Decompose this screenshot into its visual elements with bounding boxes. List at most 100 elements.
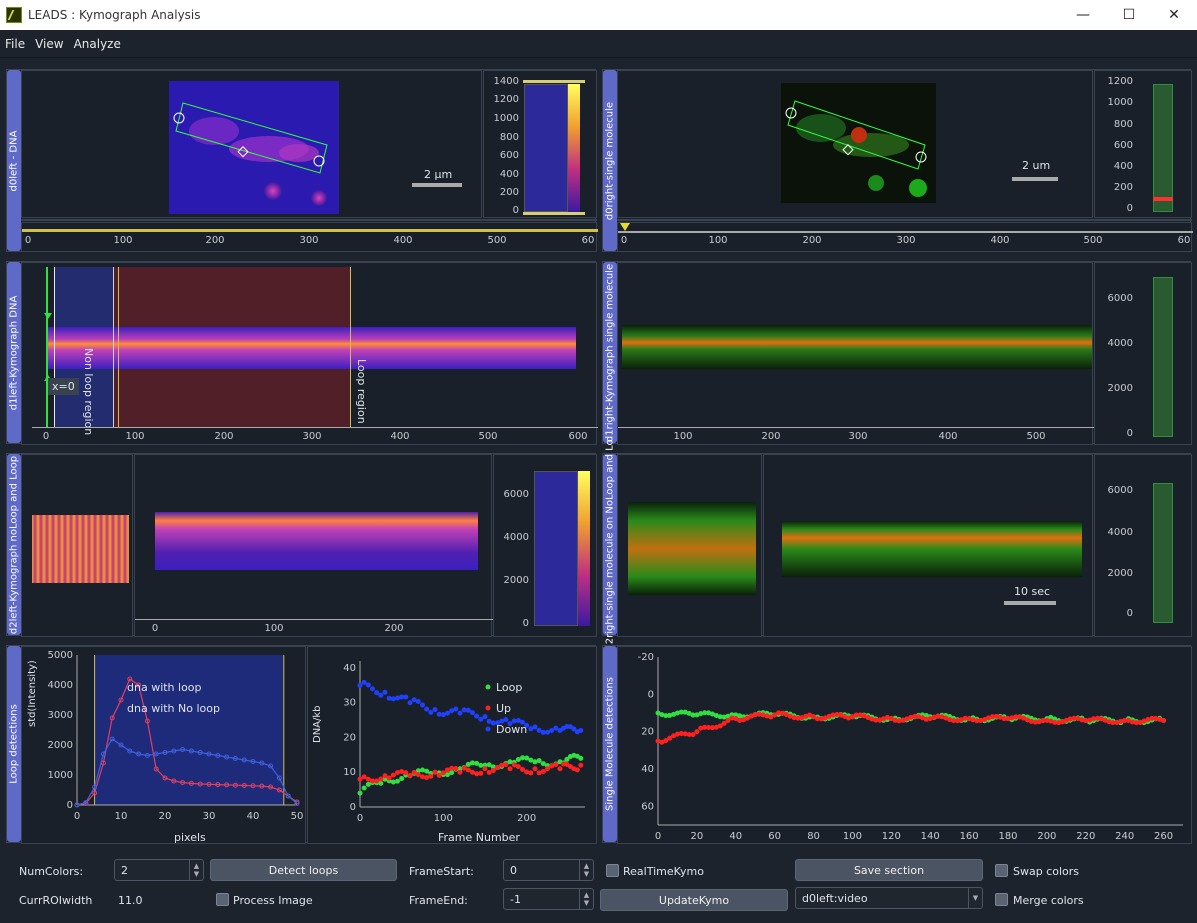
data-point (390, 772, 396, 778)
x-tick-label: 180 (998, 831, 1017, 842)
dock-title-loop[interactable]: Loop detections (7, 646, 21, 842)
data-point (357, 682, 363, 688)
frame-start-label: FrameStart: (409, 865, 474, 878)
data-point (436, 772, 442, 778)
single-molecule-histogram[interactable]: 6000 4000 2000 0 (1094, 454, 1192, 637)
data-point (478, 716, 484, 722)
frame-slider-left[interactable]: 0 100 200 300 400 500 60 (21, 222, 598, 252)
single-molecule-detection-plot[interactable]: -20 0 20 40 60 0 20 40 60 80 100 120 140 160 180 200 220… (617, 646, 1192, 844)
frame-slider-right[interactable]: 0 100 200 300 400 500 60 (617, 222, 1193, 252)
spin-arrows-icon: ▲ ▼ (189, 860, 203, 880)
kymograph-dna-view[interactable]: x=0 Non loop region Loop region 0 100 20… (21, 262, 598, 445)
kymograph-single-molecule-view[interactable]: 100 200 300 400 500 (617, 262, 1094, 445)
menu-file[interactable]: File (0, 37, 30, 51)
dna-kb-chart: 4030201000 100 200 (343, 661, 585, 824)
legend-up: Up (496, 702, 512, 715)
dock-title-d0left[interactable]: d0left - DNA (7, 70, 21, 251)
dock-title-d0right[interactable]: d0right-single molecule (603, 70, 617, 251)
save-section-button[interactable]: Save section (795, 859, 983, 881)
numcolors-spinbox[interactable]: 2 ▲ ▼ (114, 859, 204, 881)
dna-kb-plot[interactable]: 40 30 20 10 0 0 100 200 DNA/kb Frame Number Loo… (307, 646, 597, 844)
y-tick-label: 1000 (48, 770, 73, 781)
y-tick-label: 30 (343, 698, 356, 709)
data-point (478, 770, 484, 776)
data-point (399, 776, 405, 782)
scale-bar-label: 10 sec (1014, 585, 1051, 598)
process-image-checkbox[interactable] (216, 893, 229, 906)
data-point (553, 762, 559, 768)
swap-colors-checkbox[interactable] (995, 864, 1008, 877)
y-tick-label: 20 (343, 732, 356, 743)
data-point (490, 767, 496, 773)
update-kymo-button[interactable]: UpdateKymo (600, 889, 788, 911)
minimize-button[interactable]: — (1060, 0, 1106, 30)
legend-down: Down (496, 723, 528, 736)
data-point (457, 769, 463, 775)
single-molecule-loop-view[interactable]: 10 sec (763, 454, 1093, 637)
data-point (536, 758, 542, 764)
kymograph-histogram-single-molecule[interactable]: 6000 4000 2000 0 (1094, 262, 1192, 445)
data-point (453, 706, 459, 712)
data-point (440, 770, 446, 776)
maximize-button[interactable]: ☐ (1106, 0, 1152, 30)
app-logo-icon (6, 7, 22, 23)
swap-colors-label: Swap colors (1013, 865, 1080, 878)
data-point (474, 713, 480, 719)
single-molecule-image (781, 83, 936, 203)
data-point (432, 769, 438, 775)
kymograph-histogram-dna[interactable]: 6000 4000 2000 0 (493, 454, 597, 637)
dock-d1right: d1right-Kymograph single molecule 100 20… (602, 261, 1192, 445)
kymograph-loop-view[interactable]: 0 100 200 (134, 454, 493, 637)
data-point (1161, 717, 1167, 723)
loop-region-label: Loop region (355, 359, 368, 424)
dock-d1left: d1left-Kymograph DNA x=0 Non loop region… (6, 261, 598, 445)
loop-intensity-plot[interactable]: 5000 4000 3000 2000 1000 0 0 10 20 30 40 50 std(Int… (21, 646, 306, 844)
dock-title-d2left[interactable]: d2left-Kymograph noLoop and Loop (7, 454, 21, 635)
image-view-dna[interactable]: 2 µm (21, 70, 482, 218)
data-point (407, 700, 413, 706)
x-tick-label: 40 (729, 831, 742, 842)
data-point (420, 702, 425, 708)
dock-title-single[interactable]: Single Molecule detections (603, 646, 617, 842)
data-point (365, 682, 371, 688)
histogram-dna[interactable]: 1400 1200 1000 800 600 400 200 0 (483, 70, 597, 218)
single-molecule-noloop-view[interactable] (617, 454, 762, 637)
y-tick-label: 2000 (48, 740, 73, 751)
video-select[interactable]: d0left:video ▼ (795, 887, 983, 909)
realtime-kymo-checkbox[interactable] (606, 864, 619, 877)
histogram-single-molecule[interactable]: 1200 1000 800 600 400 200 0 (1094, 70, 1192, 218)
x-tick-label: 20 (691, 831, 704, 842)
frame-start-spinbox[interactable]: 0 ▲ ▼ (503, 859, 594, 881)
dna-ylabel: DNA/kb (312, 705, 323, 743)
merge-colors-label: Merge colors (1013, 894, 1084, 907)
merge-colors-checkbox[interactable] (995, 893, 1008, 906)
data-point (390, 696, 396, 702)
dock-title-d1right[interactable]: d1right-Kymograph single molecule (603, 262, 617, 443)
numcolors-label: NumColors: (19, 865, 84, 878)
data-point (578, 755, 584, 761)
dock-title-d2right[interactable]: d2right-single molecule on NoLoop and Lo (603, 439, 617, 650)
frame-end-spinbox[interactable]: -1 ▲ ▼ (503, 888, 594, 910)
kymograph-noloop-view[interactable] (21, 454, 133, 637)
window-title: LEADS : Kymograph Analysis (28, 8, 201, 22)
data-point (395, 770, 400, 776)
loop-intensity-chart: 5000 4000 3000 2000 1000 00 10 20 30 40 50 (48, 650, 304, 822)
menu-view[interactable]: View (30, 37, 68, 51)
data-point (524, 769, 530, 775)
data-point (557, 766, 563, 772)
data-point (395, 778, 400, 784)
close-button[interactable]: ✕ (1151, 0, 1197, 30)
dock-title-d1left[interactable]: d1left-Kymograph DNA (7, 262, 21, 443)
y-tick-label: 10 (343, 767, 356, 778)
image-view-single-molecule[interactable]: 2 um (617, 70, 1093, 218)
x-tick-label: 240 (1115, 831, 1134, 842)
data-point (390, 779, 396, 785)
y-tick-label: 3000 (48, 710, 73, 721)
data-point (382, 689, 388, 695)
x-tick-label: 160 (960, 831, 979, 842)
data-point (578, 762, 584, 768)
data-point (428, 709, 434, 715)
menu-analyze[interactable]: Analyze (69, 37, 126, 51)
data-point (453, 765, 459, 771)
detect-loops-button[interactable]: Detect loops (210, 859, 397, 881)
